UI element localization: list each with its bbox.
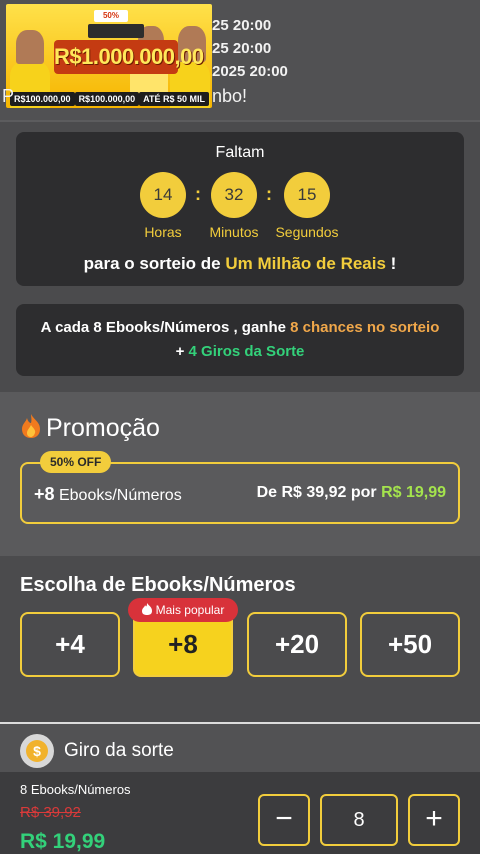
lucky-spin-title: Giro da sorte	[64, 740, 174, 761]
option-button-50[interactable]: +50	[360, 612, 460, 677]
promo-section: Promoção 50% OFF +8 Ebooks/Números De R$…	[0, 392, 480, 556]
banner-prizes: R$100.000,00 R$100.000,00 ATÉ R$ 50 MIL	[6, 78, 212, 108]
draw-dates: 25 20:00 25 20:00 2025 20:00	[212, 14, 288, 83]
quantity-input[interactable]	[320, 794, 398, 846]
cart-new-price: R$ 19,99	[20, 830, 106, 853]
draw-suffix: !	[385, 254, 397, 273]
draw-date-3: 2025 20:00	[212, 63, 288, 80]
options-title: Escolha de Ebooks/Números	[20, 574, 296, 596]
seconds-value: 15	[284, 172, 330, 218]
banner-discount: 50% OFF	[94, 10, 128, 32]
banner-prize-2: R$100.000,00	[74, 92, 140, 106]
promo-title-text: Promoção	[46, 414, 160, 442]
bonus-chances: 8 chances no sorteio	[290, 319, 440, 336]
draw-highlight: Um Milhão de Reais	[225, 254, 386, 273]
colon-separator: :	[266, 184, 272, 204]
seconds-label: Segundos	[275, 224, 339, 240]
promo-offer[interactable]: 50% OFF +8 Ebooks/Números De R$ 39,92 po…	[20, 451, 460, 524]
cart-label: 8 Ebooks/Números	[20, 782, 131, 797]
banner-prize-1: R$100.000,00	[10, 92, 75, 106]
minutes-value: 32	[211, 172, 257, 218]
banner-person-left	[16, 30, 44, 64]
draw-prefix: para o sorteio de	[83, 254, 226, 273]
welcome-text-start: P	[2, 86, 15, 106]
most-popular-badge: Mais popular	[128, 598, 238, 622]
draw-date-1: 25 20:00	[212, 17, 272, 34]
promo-unit: Ebooks/Números	[58, 487, 182, 504]
quantity-options-section: Escolha de Ebooks/Números +4 +8 +20 +50 …	[0, 556, 480, 724]
most-popular-label: Mais popular	[155, 603, 225, 617]
banner-headline: R$1.000.000,00	[54, 40, 204, 74]
minutes-label: Minutos	[209, 224, 259, 240]
lucky-spin-section[interactable]: $ Giro da sorte	[0, 724, 480, 774]
countdown-title: Faltam	[215, 144, 265, 161]
decrease-button[interactable]: −	[258, 794, 310, 846]
promo-title: Promoção	[20, 410, 160, 443]
fire-icon	[22, 414, 40, 438]
bonus-info-card: A cada 8 Ebooks/Números , ganhe 8 chance…	[16, 304, 464, 376]
promo-badge: 50% OFF	[40, 451, 112, 473]
colon-separator: :	[195, 184, 201, 204]
promo-qty: +8	[34, 484, 55, 504]
bonus-spins: 4 Giros da Sorte	[188, 343, 305, 360]
bonus-info-text: A cada 8 Ebooks/Números , ganhe	[40, 319, 291, 336]
promo-quantity: +8 Ebooks/Números	[34, 484, 182, 505]
countdown-timer: 14 : 32 : 15 Horas Minutos Segundos	[140, 172, 340, 240]
coin-symbol: $	[26, 740, 48, 762]
option-button-20[interactable]: +20	[247, 612, 347, 677]
promo-price-prefix: De R$ 39,92 por	[256, 484, 382, 501]
cart-old-price: R$ 39,92	[20, 804, 81, 821]
bonus-plus: +	[175, 343, 189, 360]
fire-icon	[141, 603, 152, 615]
draw-description: para o sorteio de Um Milhão de Reais !	[16, 254, 464, 274]
hours-label: Horas	[144, 224, 182, 240]
promo-price-new: R$ 19,99	[381, 484, 446, 501]
cart-bar: 8 Ebooks/Números R$ 39,92 R$ 19,99 − +	[0, 772, 480, 854]
hours-value: 14	[140, 172, 186, 218]
welcome-text-end: nbo!	[212, 86, 248, 106]
countdown-card: Faltam 14 : 32 : 15 Horas Minutos Segund…	[16, 132, 464, 286]
promo-price: De R$ 39,92 por R$ 19,99	[257, 484, 446, 502]
promo-banner[interactable]: 50% OFF R$1.000.000,00 R$100.000,00 R$10…	[6, 4, 212, 108]
increase-button[interactable]: +	[408, 794, 460, 846]
coin-icon: $	[20, 734, 54, 768]
option-button-4[interactable]: +4	[20, 612, 120, 677]
banner-info-box	[88, 24, 144, 38]
draw-date-2: 25 20:00	[212, 40, 272, 57]
header-divider	[0, 120, 480, 122]
banner-prize-3: ATÉ R$ 50 MIL	[139, 92, 209, 106]
